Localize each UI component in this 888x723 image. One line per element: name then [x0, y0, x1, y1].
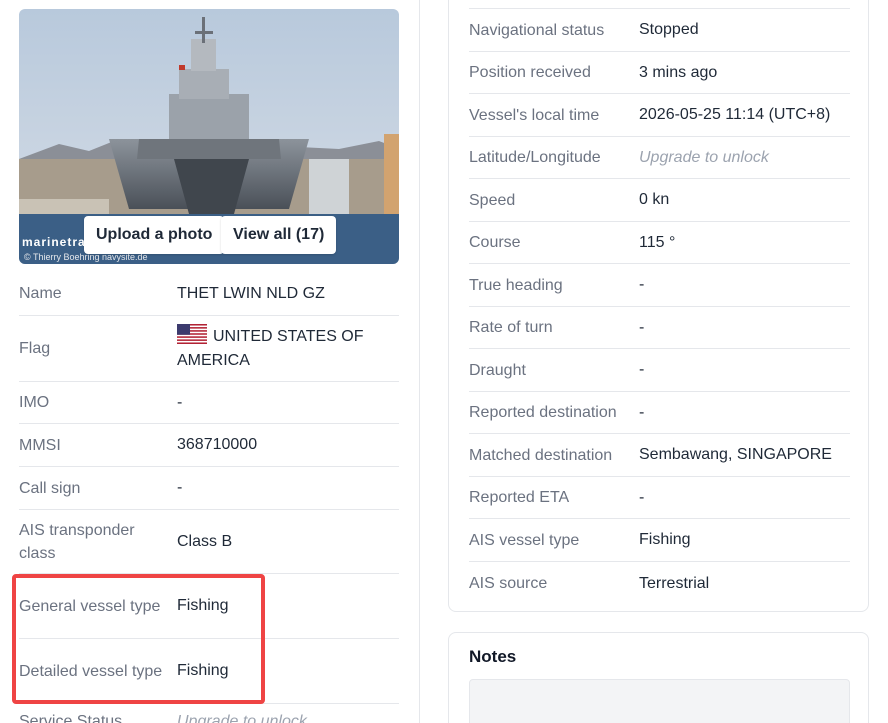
table-row: General vessel type Fishing — [19, 574, 399, 639]
table-row: Call sign - — [19, 467, 399, 510]
row-value: - — [639, 361, 645, 378]
row-value: - — [639, 488, 645, 506]
notes-title: Notes — [469, 647, 517, 666]
table-row: Latitude/Longitude Upgrade to unlock — [469, 137, 850, 179]
flag-value: UNITED STATES OF AMERICA — [177, 324, 399, 373]
table-row: MMSI 368710000 — [19, 424, 399, 467]
row-value: 3 mins ago — [639, 63, 718, 81]
row-value: 0 kn — [639, 191, 670, 208]
row-label: Course — [469, 234, 521, 251]
row-label: Position received — [469, 64, 591, 81]
row-value: Sembawang, SINGAPORE — [639, 446, 832, 463]
table-row: Reported ETA - — [469, 477, 850, 519]
table-row: AIS vessel type Fishing — [469, 519, 850, 562]
row-label: Name — [19, 285, 62, 302]
row-label: Flag — [19, 340, 51, 357]
row-value: - — [177, 393, 183, 411]
row-label: Reported ETA — [469, 489, 570, 506]
row-label: Reported destination — [469, 404, 617, 421]
row-label: Latitude/Longitude — [469, 149, 601, 166]
voyage-info-table: Navigational status Stopped Position rec… — [469, 0, 850, 605]
row-label: Speed — [469, 191, 516, 209]
row-value: - — [639, 318, 645, 336]
row-label: AIS vessel type — [469, 531, 580, 549]
vessel-photo[interactable]: marinetraffic © Thierry Boehring navysit… — [19, 9, 399, 264]
row-label: IMO — [19, 394, 50, 411]
voyage-info-panel: Navigational status Stopped Position rec… — [448, 0, 869, 612]
table-row: Speed 0 kn — [469, 179, 850, 222]
table-row: Vessel's local time 2026-05-25 11:14 (UT… — [469, 94, 850, 137]
table-row: Rate of turn - — [469, 307, 850, 349]
table-row: Position received 3 mins ago — [469, 52, 850, 94]
row-label: Draught — [469, 361, 526, 379]
row-label: General vessel type — [19, 597, 161, 615]
row-value: THET LWIN NLD GZ — [177, 284, 325, 302]
view-all-photos-button[interactable]: View all (17) — [221, 216, 337, 254]
row-label: Call sign — [19, 479, 81, 497]
us-flag-icon — [177, 324, 207, 344]
row-label: True heading — [469, 276, 563, 294]
table-row: IMO - — [19, 382, 399, 424]
table-row: AIS transponder class Class B — [19, 510, 399, 574]
row-value: Stopped — [639, 21, 699, 38]
row-value: Terrestrial — [639, 574, 710, 592]
row-value: 2026-05-25 11:14 (UTC+8) — [639, 106, 831, 123]
row-value: - — [639, 403, 645, 421]
row-value: 368710000 — [177, 436, 258, 453]
table-row: Flag UNITED STATES OF AMERICA — [19, 316, 399, 382]
vessel-info-table: Name THET LWIN NLD GZ Flag UNITED STATES… — [19, 272, 399, 723]
row-value: Fishing — [639, 531, 691, 548]
row-label: Detailed vessel type — [19, 662, 163, 680]
upload-photo-button[interactable]: Upload a photo — [84, 216, 225, 254]
row-value: Fishing — [177, 597, 229, 614]
row-label: MMSI — [19, 436, 61, 454]
table-row: Name THET LWIN NLD GZ — [19, 272, 399, 316]
row-label: Matched destination — [469, 446, 613, 464]
row-value: 115 ° — [639, 233, 676, 251]
row-label: Service Status — [19, 713, 123, 723]
upgrade-to-unlock-link[interactable]: Upgrade to unlock — [639, 146, 850, 170]
table-row: Draught - — [469, 349, 850, 392]
notes-textarea[interactable] — [469, 679, 850, 723]
row-label: Vessel's local time — [469, 106, 600, 124]
vessel-details-column: marinetraffic © Thierry Boehring navysit… — [0, 0, 420, 723]
table-row: Detailed vessel type Fishing — [19, 639, 399, 704]
table-row: Reported destination - — [469, 392, 850, 434]
row-label: Navigational status — [469, 21, 605, 39]
row-value: - — [639, 276, 645, 293]
table-row: AIS source Terrestrial — [469, 562, 850, 605]
row-value: Fishing — [177, 662, 229, 679]
table-row-top-border — [469, 0, 850, 9]
row-value: - — [177, 479, 183, 496]
table-row: Navigational status Stopped — [469, 9, 850, 52]
row-label: Rate of turn — [469, 319, 553, 336]
row-label: AIS transponder class — [19, 521, 135, 562]
row-label: AIS source — [469, 575, 548, 592]
row-value: Class B — [177, 532, 233, 550]
table-row: Service Status Upgrade to unlock — [19, 704, 399, 723]
table-row: Course 115 ° — [469, 222, 850, 264]
upgrade-to-unlock-link[interactable]: Upgrade to unlock — [177, 710, 399, 723]
notes-panel: Notes — [448, 632, 869, 723]
table-row: True heading - — [469, 264, 850, 307]
table-row: Matched destination Sembawang, SINGAPORE — [469, 434, 850, 477]
